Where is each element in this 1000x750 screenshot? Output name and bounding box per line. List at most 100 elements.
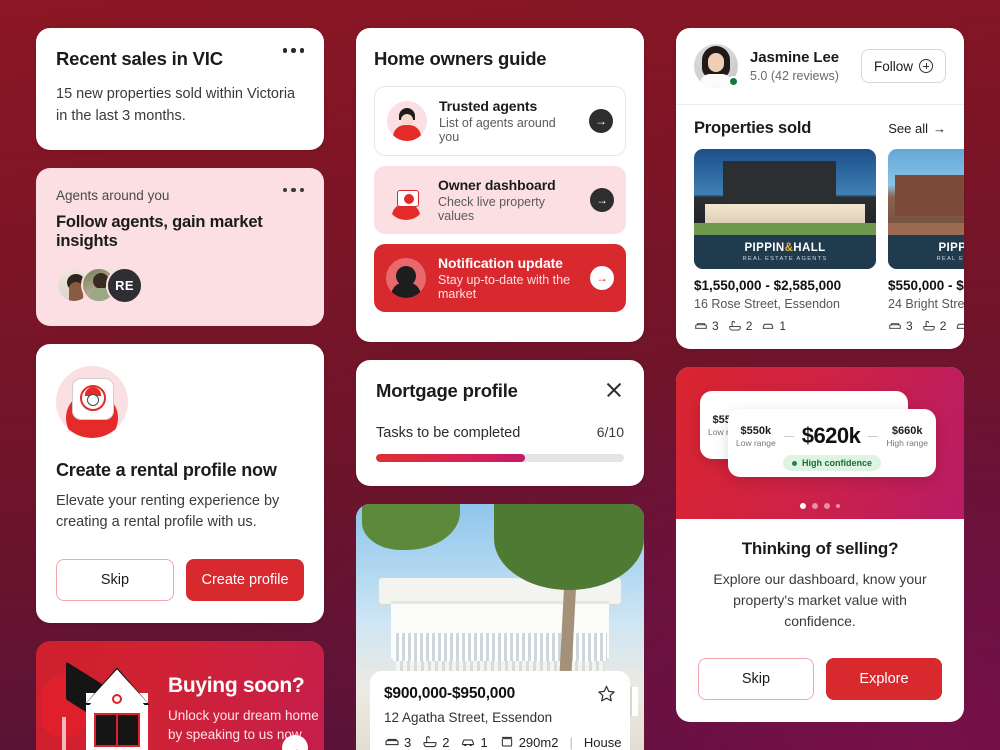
agency-brand-subtitle: REAL ESTATE AGENTS (936, 256, 964, 262)
spec-baths-value: 2 (745, 319, 753, 333)
spec-baths: 2 (728, 319, 753, 333)
agents-around-you-card[interactable]: Agents around you Follow agents, gain ma… (36, 167, 324, 326)
guide-item-title: Notification update (438, 255, 563, 271)
star-outline-icon[interactable] (597, 684, 616, 703)
dashboard-icon (386, 180, 426, 220)
house-balcony-rail (393, 632, 607, 662)
home-owners-guide-title: Home owners guide (374, 48, 547, 69)
rental-profile-card: Create a rental profile now Elevate your… (36, 343, 324, 624)
spec-beds: 3 (384, 734, 411, 750)
mortgage-profile-card: Mortgage profile Tasks to be completed 6… (356, 360, 644, 486)
arrow-right-icon[interactable]: → (590, 266, 614, 290)
sold-property-item[interactable]: PIPPIN&HALL REAL ESTATE AGENTS $550,000 … (888, 149, 964, 333)
plus-circle-icon (919, 59, 933, 73)
skip-button[interactable]: Skip (56, 559, 174, 602)
guide-item-notification-update[interactable]: Notification update Stay up-to-date with… (374, 244, 626, 312)
agent-profile-card: Jasmine Lee 5.0 (42 reviews) Follow Prop… (676, 28, 964, 349)
recent-sales-body: 15 new properties sold within Victoria i… (56, 86, 296, 124)
avatar[interactable] (694, 44, 739, 88)
spec-cars-value: 1 (779, 319, 787, 333)
selling-title: Thinking of selling? (741, 539, 899, 558)
mortgage-task-count: 6/10 (596, 424, 624, 440)
column-left: Recent sales in VIC 15 new properties so… (36, 28, 324, 750)
listing-price: $900,000-$950,000 (384, 684, 516, 702)
house-illustration-icon (36, 641, 164, 750)
home-owners-guide-card: Home owners guide Trusted agents List of… (356, 28, 644, 342)
spec-cars-value: 1 (480, 734, 488, 750)
online-status-dot (728, 76, 739, 87)
rental-profile-actions: Skip Create profile (56, 559, 304, 602)
avatar-count-badge: RE (106, 266, 143, 304)
bell-person-icon (386, 258, 426, 298)
property-listing-card[interactable]: $900,000-$950,000 12 Agatha Street, Esse… (356, 504, 644, 750)
sold-property-address: 16 Rose Street, Essendon (694, 297, 840, 311)
properties-sold-header: Properties sold See all → (676, 105, 964, 149)
follow-button[interactable]: Follow (860, 49, 946, 83)
see-all-link[interactable]: See all → (888, 121, 946, 136)
status-dot-icon (791, 460, 797, 466)
mortgage-task-label: Tasks to be completed (376, 425, 521, 441)
more-horizontal-icon[interactable] (282, 48, 304, 53)
sold-property-item[interactable]: PIPPIN&HALL REAL ESTATE AGENTS $1,550,00… (694, 149, 876, 333)
spec-separator: | (569, 734, 573, 750)
guide-item-owner-dashboard[interactable]: Owner dashboard Check live property valu… (374, 166, 626, 234)
agents-around-header: Agents around you (56, 187, 304, 203)
carousel-dot[interactable] (812, 503, 818, 509)
valuation-card-front[interactable]: $550k Low range $620k $660k High range H… (728, 409, 936, 477)
spec-baths: 2 (922, 319, 946, 333)
selling-actions: Skip Explore (698, 658, 942, 700)
spec-cars: 1 (955, 319, 964, 333)
spec-baths: 2 (422, 734, 449, 750)
sold-property-address: 24 Bright Street, Essendon (888, 297, 964, 311)
valuation-main-value: $620k (801, 423, 861, 448)
recent-sales-card[interactable]: Recent sales in VIC 15 new properties so… (36, 28, 324, 150)
valuation-carousel[interactable]: $550k Low range $620k $660k High range (676, 367, 964, 519)
buying-soon-banner[interactable]: Buying soon? Unlock your dream home by s… (36, 641, 324, 750)
sold-property-photo: PIPPIN&HALL REAL ESTATE AGENTS (888, 149, 964, 269)
listing-specs: 3 2 1 290m2 | House (384, 734, 621, 750)
carousel-dot[interactable] (824, 503, 830, 509)
mortgage-profile-title: Mortgage profile (376, 380, 518, 401)
agent-avatar-group[interactable]: RE (56, 266, 304, 304)
guide-item-text: Trusted agents List of agents around you (439, 98, 577, 144)
recent-sales-header: Recent sales in VIC (56, 48, 304, 70)
carousel-dot[interactable] (836, 504, 840, 508)
valuation-high-label: High range (886, 437, 928, 448)
more-horizontal-icon[interactable] (282, 187, 304, 192)
spec-cars: 1 (460, 734, 488, 750)
spec-beds: 3 (888, 319, 913, 333)
valuation-high-value: $660k (891, 424, 923, 437)
properties-sold-list[interactable]: PIPPIN&HALL REAL ESTATE AGENTS $1,550,00… (676, 149, 964, 333)
agent-avatar-icon (387, 101, 427, 141)
close-icon[interactable] (604, 380, 624, 400)
guide-item-subtitle: Check live property values (438, 195, 545, 223)
spec-beds: 3 (694, 319, 719, 333)
follow-button-label: Follow (873, 58, 913, 74)
buying-soon-title: Buying soon? (168, 673, 305, 697)
agency-brand-subtitle: REAL ESTATE AGENTS (742, 256, 828, 262)
arrow-right-icon[interactable]: → (590, 188, 614, 212)
properties-sold-title: Properties sold (694, 119, 812, 137)
selling-body: Thinking of selling? Explore our dashboa… (676, 519, 964, 722)
rental-profile-illustration-icon (56, 365, 128, 438)
guide-item-trusted-agents[interactable]: Trusted agents List of agents around you… (374, 86, 626, 156)
carousel-dot[interactable] (800, 503, 806, 509)
sold-property-photo: PIPPIN&HALL REAL ESTATE AGENTS (694, 149, 876, 269)
spec-beds-value: 3 (906, 319, 913, 333)
arrow-right-icon[interactable]: → (589, 109, 613, 133)
agency-brand-part1: PIPPIN (744, 242, 785, 254)
explore-button[interactable]: Explore (826, 658, 942, 700)
agents-around-eyebrow: Agents around you (56, 187, 170, 203)
agency-brand-band: PIPPIN&HALL REAL ESTATE AGENTS (694, 235, 876, 269)
agents-around-title: Follow agents, gain market insights (56, 212, 263, 250)
skip-button[interactable]: Skip (698, 658, 814, 700)
spec-beds-value: 3 (712, 319, 719, 333)
agency-brand-band: PIPPIN&HALL REAL ESTATE AGENTS (888, 235, 964, 269)
carousel-dots[interactable] (676, 503, 964, 509)
spec-beds-value: 3 (404, 734, 412, 750)
guide-item-title: Owner dashboard (438, 177, 556, 193)
recent-sales-title: Recent sales in VIC (56, 48, 223, 69)
agency-brand-part1: PIPPIN (938, 242, 964, 254)
create-profile-button[interactable]: Create profile (186, 559, 304, 602)
agency-brand-part2: HALL (793, 242, 826, 254)
